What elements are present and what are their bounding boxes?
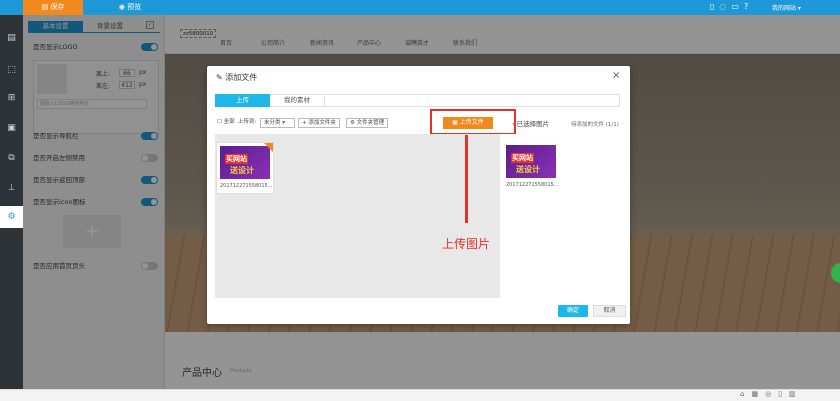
edit-icon: ✎ xyxy=(216,73,226,82)
tab-upload[interactable]: 上传 xyxy=(215,94,270,107)
tab-my-material[interactable]: 我的素材 xyxy=(270,94,325,107)
file-name: 2017122715580​15... xyxy=(220,183,273,189)
grid-icon[interactable]: ▦ xyxy=(751,390,765,398)
sitemap-icon[interactable]: ⊥ xyxy=(0,177,23,199)
annotation-line xyxy=(465,135,468,223)
user-menu[interactable]: 我的网站 ▾ xyxy=(772,3,801,12)
add-folder-button[interactable]: + 添加文件夹 xyxy=(298,118,340,128)
save-button[interactable]: ▤ 保存 xyxy=(23,0,83,15)
pending-files-label: 待添加的文件 (1/1) xyxy=(571,122,619,128)
record-icon[interactable]: ◎ xyxy=(765,390,778,398)
trash-icon[interactable]: ▥ xyxy=(789,390,803,398)
share-icon[interactable]: ⌂ xyxy=(740,390,751,398)
chat-icon[interactable]: ◌ xyxy=(719,2,731,11)
category-select[interactable]: 未分类 ▾ xyxy=(260,118,295,128)
selected-thumbnail-image: 买网站 送设计 xyxy=(506,145,556,178)
selected-file-name: 2017122715580​15... xyxy=(506,182,559,188)
toolbar-icons: ▯◌▭? xyxy=(710,2,753,11)
preview-button[interactable]: ◉ 预览 xyxy=(100,0,160,15)
status-icons: ⌂▦◎▯▥ xyxy=(740,390,803,398)
checked-icon xyxy=(264,143,273,152)
selected-images-label: › 已选择图片 xyxy=(512,120,550,128)
phone-icon[interactable]: ▯ xyxy=(778,390,789,398)
selected-thumbnail[interactable]: 买网站 送设计 2017122715580​15... xyxy=(503,142,561,194)
dialog-title: ✎ 添加文件 xyxy=(216,73,258,82)
window-icon[interactable]: ▣ xyxy=(0,117,23,139)
gear-icon[interactable]: ⚙ xyxy=(0,206,23,228)
annotation-label: 上传图片 xyxy=(442,237,491,251)
select-icon[interactable]: ⬚ xyxy=(0,59,23,81)
page-icon[interactable]: ▤ xyxy=(0,27,23,49)
folder-manage-button[interactable]: ⚙ 文件夹管理 xyxy=(346,118,389,128)
help-icon[interactable]: ? xyxy=(744,2,753,11)
mobile-icon[interactable]: ▯ xyxy=(710,2,719,11)
layout-icon[interactable]: ⊞ xyxy=(0,87,23,109)
status-bar xyxy=(0,389,840,401)
left-rail: ▤ ⬚ ⊞ ▣ ⧉ ⊥ ⚙ xyxy=(0,15,23,389)
close-icon[interactable]: × xyxy=(612,70,620,81)
file-thumbnail[interactable]: 买网站 送设计 2017122715580​15... xyxy=(216,142,274,194)
message-icon[interactable]: ▭ xyxy=(731,2,744,11)
eye-icon: ◉ xyxy=(118,3,128,11)
highlight-box xyxy=(430,109,516,135)
upload-to-label: 上传到: xyxy=(238,119,257,125)
select-all-checkbox[interactable]: ☐ 全部 xyxy=(217,118,235,128)
thumbnail-image: 买网站 送设计 xyxy=(220,146,270,179)
cancel-button[interactable]: 取消 xyxy=(593,305,626,317)
confirm-button[interactable]: 确定 xyxy=(558,305,588,317)
copy-icon[interactable]: ⧉ xyxy=(0,147,23,169)
